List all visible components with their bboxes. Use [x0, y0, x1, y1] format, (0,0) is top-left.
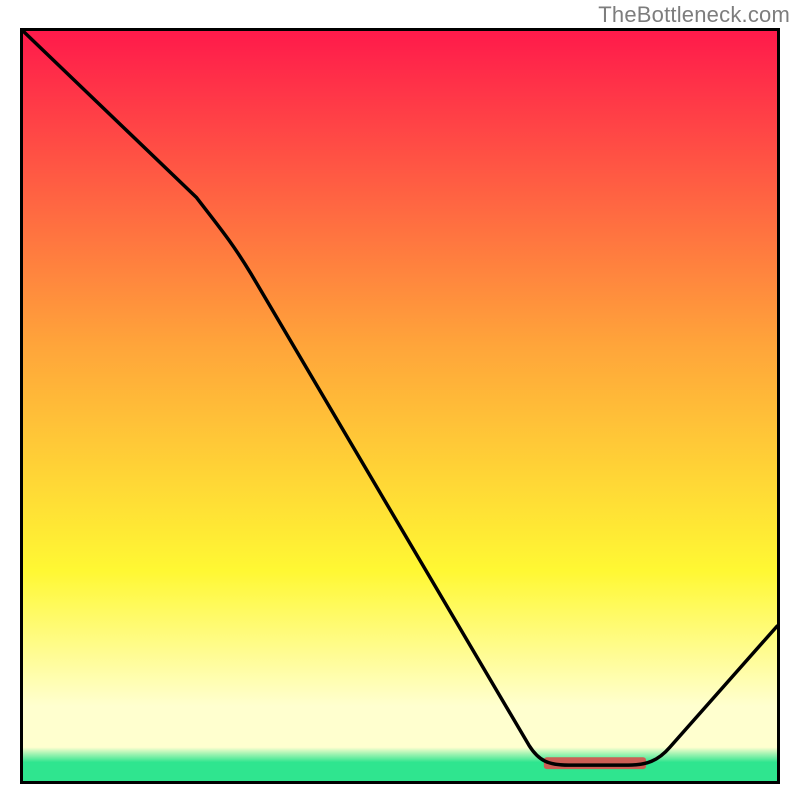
watermark-text: TheBottleneck.com	[598, 2, 790, 28]
gradient-background	[23, 31, 777, 781]
plot-area	[20, 28, 780, 784]
chart-svg	[23, 31, 777, 781]
chart-frame: TheBottleneck.com	[0, 0, 800, 800]
